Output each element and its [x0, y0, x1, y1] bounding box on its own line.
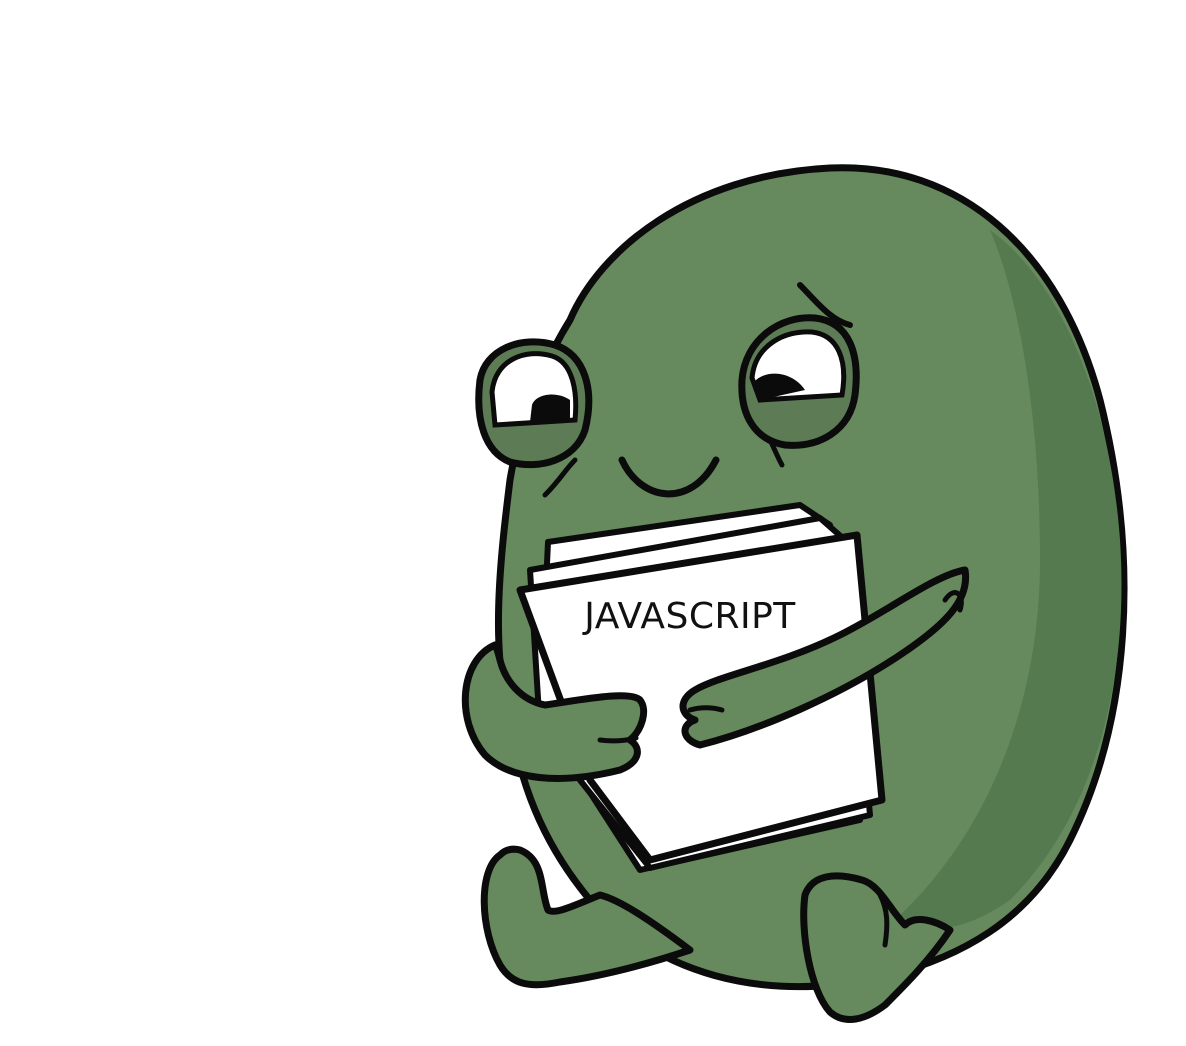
right-arm-finger-line — [687, 705, 725, 713]
frog-illustration: JAVASCRIPT — [0, 0, 1186, 1046]
paper-label: JAVASCRIPT — [582, 596, 796, 637]
left-arm-finger-line — [597, 735, 639, 744]
